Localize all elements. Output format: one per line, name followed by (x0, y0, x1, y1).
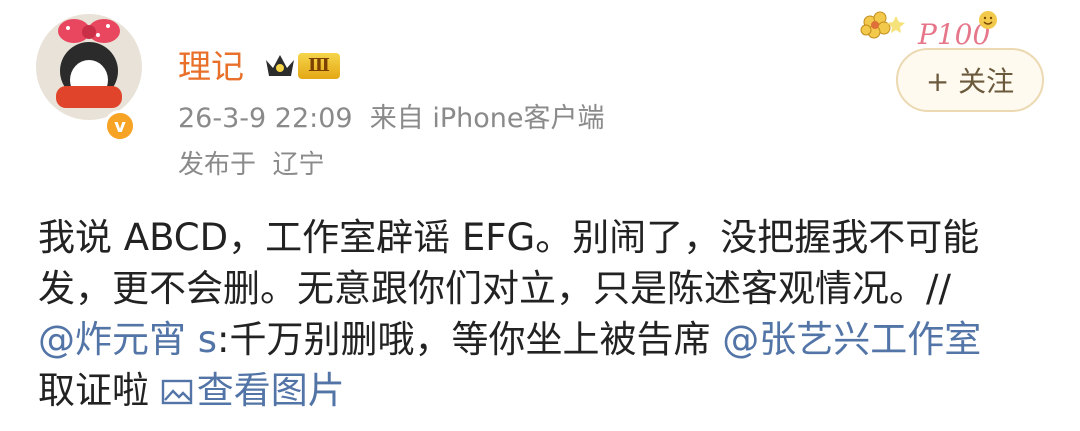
weibo-post-card: v 理记 Ⅲ 26-3-9 22:09 来自 iPhone客户端 发布于 辽宁 … (0, 0, 1080, 431)
post-text-segment: 取证啦 (38, 369, 161, 412)
post-time-source: 26-3-9 22:09 来自 iPhone客户端 (178, 103, 605, 134)
post-line-4: 取证啦 查看图片 (38, 365, 1048, 416)
vip-level: Ⅲ (298, 53, 340, 79)
image-icon (161, 379, 192, 405)
scarf (56, 86, 122, 108)
avatar[interactable] (36, 14, 142, 120)
follow-button[interactable]: + 关注 (896, 48, 1044, 112)
post-text-segment: :千万别删哦，等你坐上被告席 (217, 318, 723, 361)
post-line-3: @炸元宵 s:千万别删哦，等你坐上被告席 @张艺兴工作室 (38, 314, 1048, 365)
post-location: 发布于 辽宁 (178, 150, 325, 180)
view-pictures-link[interactable]: 查看图片 (161, 369, 345, 412)
vip-badge[interactable]: Ⅲ (264, 52, 340, 80)
mention-link[interactable]: @炸元宵 s (38, 318, 217, 361)
post-line-1: 我说 ABCD，工作室辟谣 EFG。别闹了，没把握我不可能 (38, 216, 980, 259)
username[interactable]: 理记 (178, 44, 244, 90)
view-pictures-label: 查看图片 (196, 369, 345, 412)
post-body: 我说 ABCD，工作室辟谣 EFG。别闹了，没把握我不可能 发，更不会删。无意跟… (38, 212, 1048, 416)
mention-link[interactable]: @张艺兴工作室 (722, 318, 981, 361)
svg-text:P100: P100 (917, 18, 990, 51)
post-line-2: 发，更不会删。无意跟你们对立，只是陈述客观情况。// (38, 267, 951, 310)
crown-icon (266, 55, 294, 76)
verified-icon: v (104, 110, 136, 142)
